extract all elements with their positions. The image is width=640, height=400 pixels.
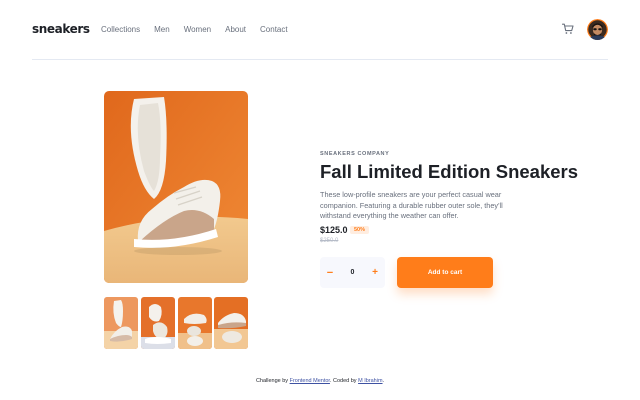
product-title: Fall Limited Edition Sneakers (320, 161, 579, 182)
nav-about[interactable]: About (225, 25, 246, 34)
product-thumbnail-3[interactable] (178, 297, 212, 349)
attribution-middle: . Coded by (329, 378, 357, 384)
discount-badge: 50% (350, 226, 370, 234)
product-price: $125.0 (320, 225, 348, 235)
frontend-mentor-link[interactable]: Frontend Mentor (290, 378, 330, 384)
product-company: SNEAKERS COMPANY (320, 151, 390, 157)
product-description: These low-profile sneakers are your perf… (320, 190, 503, 220)
nav-men[interactable]: Men (154, 25, 170, 34)
product-thumbnail-2[interactable] (141, 297, 175, 349)
add-to-cart-label: Add to cart (427, 269, 463, 276)
increase-quantity-button[interactable]: + (365, 257, 385, 288)
original-price: $250.0 (320, 238, 339, 244)
product-thumbnail-1[interactable] (104, 297, 138, 349)
site-header: sneakers Collections Men Women About Con… (32, 0, 608, 60)
user-avatar[interactable] (587, 19, 608, 40)
main-nav: Collections Men Women About Contact (101, 25, 302, 34)
quantity-stepper: − 0 + (320, 257, 385, 288)
product-thumbnail-4[interactable] (214, 297, 248, 349)
logo[interactable]: sneakers (32, 22, 90, 36)
author-link[interactable]: M Ibrahim (358, 378, 382, 384)
nav-collections[interactable]: Collections (101, 25, 140, 34)
product-main-image[interactable] (104, 91, 248, 283)
cart-icon[interactable] (562, 23, 574, 35)
decrease-quantity-button[interactable]: − (320, 257, 340, 288)
add-to-cart-button[interactable]: Add to cart (397, 257, 493, 288)
attribution-prefix: Challenge by (255, 378, 289, 384)
nav-contact[interactable]: Contact (260, 25, 288, 34)
attribution-suffix: . (382, 378, 385, 384)
attribution: Challenge by Frontend Mentor. Coded by M… (0, 378, 640, 384)
quantity-value: 0 (350, 269, 355, 276)
nav-women[interactable]: Women (184, 25, 211, 34)
